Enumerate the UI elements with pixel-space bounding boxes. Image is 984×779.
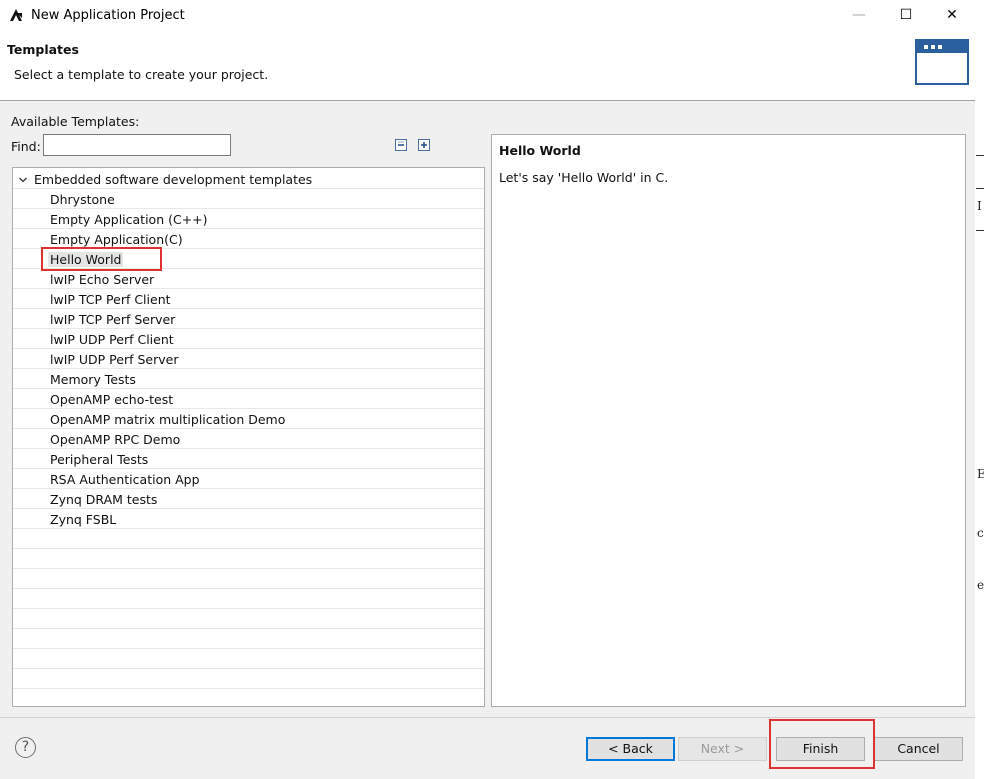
finish-button[interactable]: Finish — [776, 737, 865, 761]
help-icon[interactable]: ? — [15, 737, 36, 758]
template-description-panel: Hello World Let's say 'Hello World' in C… — [491, 134, 966, 707]
template-item-lwip-tcp-perf-client[interactable]: lwIP TCP Perf Client — [13, 289, 484, 309]
template-item-peripheral-tests[interactable]: Peripheral Tests — [13, 449, 484, 469]
template-item-hello-world[interactable]: Hello World — [13, 249, 484, 269]
empty-row — [13, 569, 484, 589]
template-item-memory-tests[interactable]: Memory Tests — [13, 369, 484, 389]
template-label: Zynq DRAM tests — [50, 492, 158, 507]
template-label: Zynq FSBL — [50, 512, 117, 527]
tree-category-row[interactable]: Embedded software development templates — [13, 169, 484, 189]
title-bar[interactable]: New Application Project — ☐ ✕ — [0, 0, 975, 30]
find-label: Find: — [11, 139, 41, 154]
available-templates-label: Available Templates: — [11, 114, 140, 129]
template-item-lwip-echo-server[interactable]: lwIP Echo Server — [13, 269, 484, 289]
template-item-lwip-tcp-perf-server[interactable]: lwIP TCP Perf Server — [13, 309, 484, 329]
template-label: lwIP TCP Perf Client — [50, 292, 171, 307]
empty-row — [13, 609, 484, 629]
template-item-openamp-echo-test[interactable]: OpenAMP echo-test — [13, 389, 484, 409]
templates-tree[interactable]: Embedded software development templates … — [12, 167, 485, 707]
back-button[interactable]: < Back — [586, 737, 675, 761]
wizard-header: Templates Select a template to create yo… — [0, 30, 975, 101]
template-item-lwip-udp-perf-client[interactable]: lwIP UDP Perf Client — [13, 329, 484, 349]
template-label: OpenAMP matrix multiplication Demo — [50, 412, 286, 427]
description-text: Let's say 'Hello World' in C. — [499, 170, 669, 185]
background-window-edge: I E c e — [975, 0, 984, 779]
tree-category-label: Embedded software development templates — [34, 172, 313, 187]
cancel-button[interactable]: Cancel — [874, 737, 963, 761]
template-label: lwIP TCP Perf Server — [50, 312, 176, 327]
template-label: RSA Authentication App — [50, 472, 200, 487]
edge-glyph: e — [977, 578, 984, 592]
template-label: Memory Tests — [50, 372, 136, 387]
template-label: lwIP Echo Server — [50, 272, 155, 287]
edge-glyph: c — [977, 526, 984, 540]
template-label: lwIP UDP Perf Server — [50, 352, 179, 367]
footer-separator — [0, 717, 975, 718]
empty-row — [13, 669, 484, 689]
empty-row — [13, 649, 484, 669]
page-description: Select a template to create your project… — [14, 67, 269, 82]
expand-all-icon[interactable] — [418, 139, 430, 151]
dialog-window: New Application Project — ☐ ✕ Templates … — [0, 0, 975, 779]
empty-row — [13, 549, 484, 569]
application-window-icon — [915, 39, 969, 85]
minimize-button[interactable]: — — [836, 0, 882, 30]
description-title: Hello World — [499, 143, 581, 158]
template-item-openamp-rpc[interactable]: OpenAMP RPC Demo — [13, 429, 484, 449]
page-title: Templates — [7, 42, 79, 57]
template-item-empty-cpp[interactable]: Empty Application (C++) — [13, 209, 484, 229]
maximize-button[interactable]: ☐ — [883, 0, 929, 30]
template-label: lwIP UDP Perf Client — [50, 332, 174, 347]
empty-row — [13, 589, 484, 609]
template-item-rsa-auth[interactable]: RSA Authentication App — [13, 469, 484, 489]
template-item-empty-c[interactable]: Empty Application(C) — [13, 229, 484, 249]
template-label: Dhrystone — [50, 192, 115, 207]
template-label: Hello World — [48, 252, 124, 267]
template-label: Peripheral Tests — [50, 452, 149, 467]
template-label: Empty Application(C) — [50, 232, 183, 247]
close-button[interactable]: ✕ — [929, 0, 975, 30]
chevron-down-icon[interactable] — [18, 173, 28, 188]
window-title: New Application Project — [31, 8, 185, 23]
template-item-zynq-dram-tests[interactable]: Zynq DRAM tests — [13, 489, 484, 509]
template-item-lwip-udp-perf-server[interactable]: lwIP UDP Perf Server — [13, 349, 484, 369]
edge-glyph: I — [977, 199, 982, 213]
template-label: Empty Application (C++) — [50, 212, 208, 227]
find-input[interactable] — [43, 134, 231, 156]
edge-glyph: E — [977, 467, 984, 481]
template-label: OpenAMP RPC Demo — [50, 432, 181, 447]
template-item-openamp-matrix[interactable]: OpenAMP matrix multiplication Demo — [13, 409, 484, 429]
template-item-dhrystone[interactable]: Dhrystone — [13, 189, 484, 209]
template-label: OpenAMP echo-test — [50, 392, 174, 407]
next-button[interactable]: Next > — [678, 737, 767, 761]
empty-row — [13, 629, 484, 649]
empty-row — [13, 529, 484, 549]
collapse-all-icon[interactable] — [395, 139, 407, 151]
template-item-zynq-fsbl[interactable]: Zynq FSBL — [13, 509, 484, 529]
amd-logo-icon — [9, 8, 23, 25]
